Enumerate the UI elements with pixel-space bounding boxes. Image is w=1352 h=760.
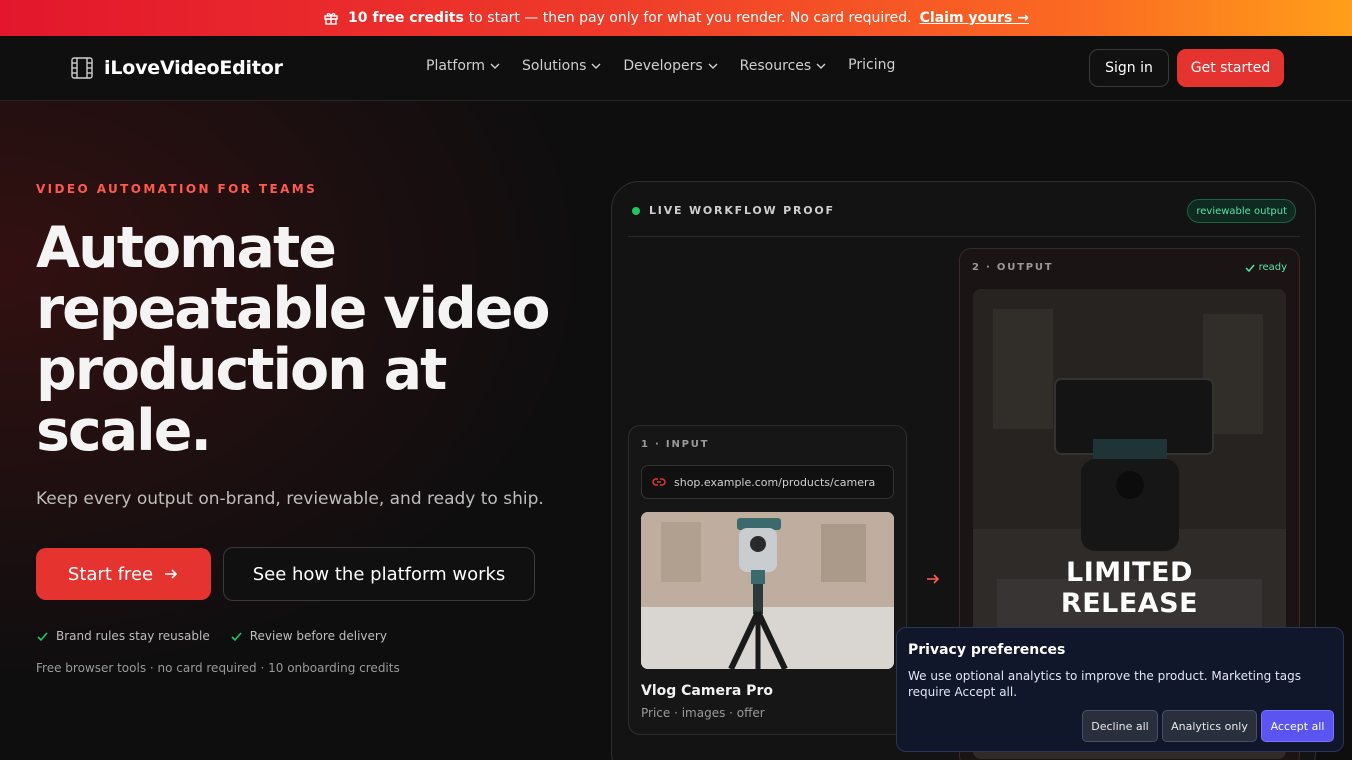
product-url-field[interactable]: shop.example.com/products/camera (641, 465, 894, 499)
check-icon (1245, 264, 1255, 272)
check-item: Brand rules stay reusable (36, 629, 210, 643)
product-name: Vlog Camera Pro (641, 683, 773, 699)
privacy-dialog: Privacy preferences We use optional anal… (896, 627, 1344, 752)
input-label: 1 · INPUT (641, 439, 710, 450)
link-icon (652, 478, 666, 486)
gift-icon (323, 10, 339, 26)
promo-banner: 10 free credits to start — then pay only… (0, 0, 1352, 36)
check-label: Brand rules stay reusable (56, 629, 210, 643)
product-photo (641, 512, 894, 669)
overlay-line: LIMITED (1066, 557, 1193, 588)
chevron-down-icon (591, 63, 601, 69)
button-label: Start free (67, 563, 154, 585)
privacy-title: Privacy preferences (908, 642, 1066, 658)
output-label: 2 · OUTPUT (972, 262, 1054, 273)
hero-eyebrow: VIDEO AUTOMATION FOR TEAMS (36, 182, 318, 196)
chevron-down-icon (708, 63, 718, 69)
ready-text: ready (1258, 262, 1287, 273)
brand-name: iLoveVideoEditor (104, 57, 283, 79)
accept-all-button[interactable]: Accept all (1261, 710, 1334, 742)
live-label: LIVE WORKFLOW PROOF (632, 204, 835, 217)
nav-label: Developers (623, 58, 703, 74)
arrow-right-icon (165, 569, 178, 579)
workflow-card-header: LIVE WORKFLOW PROOF reviewable output (628, 182, 1300, 237)
hero-subheadline: Keep every output on-brand, reviewable, … (36, 489, 544, 509)
analytics-only-button[interactable]: Analytics only (1162, 710, 1257, 742)
brand-logo[interactable]: iLoveVideoEditor (70, 56, 283, 80)
product-meta: Price · images · offer (641, 706, 765, 720)
privacy-text: We use optional analytics to improve the… (908, 669, 1301, 699)
nav-platform[interactable]: Platform (426, 58, 500, 74)
check-item: Review before delivery (230, 629, 387, 643)
arrow-right-icon (927, 574, 940, 584)
chevron-down-icon (816, 63, 826, 69)
promo-overlay-text: LIMITED RELEASE (973, 557, 1286, 619)
promo-bold: 10 free credits (348, 10, 464, 26)
live-label-text: LIVE WORKFLOW PROOF (649, 204, 835, 217)
nav-pricing[interactable]: Pricing (848, 57, 895, 73)
url-text: shop.example.com/products/camera (674, 475, 876, 489)
get-started-button[interactable]: Get started (1177, 49, 1284, 87)
sign-in-button[interactable]: Sign in (1089, 49, 1169, 87)
main-nav: Platform Solutions Developers Resources … (426, 57, 917, 75)
platform-tour-button[interactable]: See how the platform works (223, 547, 535, 601)
check-label: Review before delivery (249, 629, 387, 643)
nav-label: Solutions (522, 58, 587, 74)
claim-link[interactable]: Claim yours → (920, 10, 1029, 26)
nav-label: Pricing (848, 56, 896, 73)
site-header: iLoveVideoEditor Platform Solutions Deve… (0, 36, 1352, 101)
hero-footnote: Free browser tools · no card required · … (36, 661, 400, 675)
ready-status: ready (1245, 262, 1287, 273)
promo-text: to start — then pay only for what you re… (468, 10, 912, 26)
nav-resources[interactable]: Resources (740, 58, 827, 74)
nav-label: Resources (739, 58, 812, 74)
chevron-down-icon (490, 63, 500, 69)
decline-all-button[interactable]: Decline all (1082, 710, 1158, 742)
reviewable-badge: reviewable output (1187, 199, 1296, 223)
check-icon (231, 631, 242, 641)
start-free-button[interactable]: Start free (36, 548, 211, 600)
film-icon (71, 57, 93, 79)
check-icon (37, 631, 48, 641)
hero-checklist: Brand rules stay reusable Review before … (36, 629, 407, 643)
nav-label: Platform (426, 58, 486, 74)
nav-solutions[interactable]: Solutions (522, 58, 601, 74)
nav-developers[interactable]: Developers (623, 58, 718, 74)
input-panel: 1 · INPUT shop.example.com/products/came… (628, 425, 907, 735)
hero-headline: Automate repeatable video production at … (36, 215, 551, 464)
live-dot-icon (632, 206, 640, 215)
overlay-line: RELEASE (1060, 588, 1199, 619)
